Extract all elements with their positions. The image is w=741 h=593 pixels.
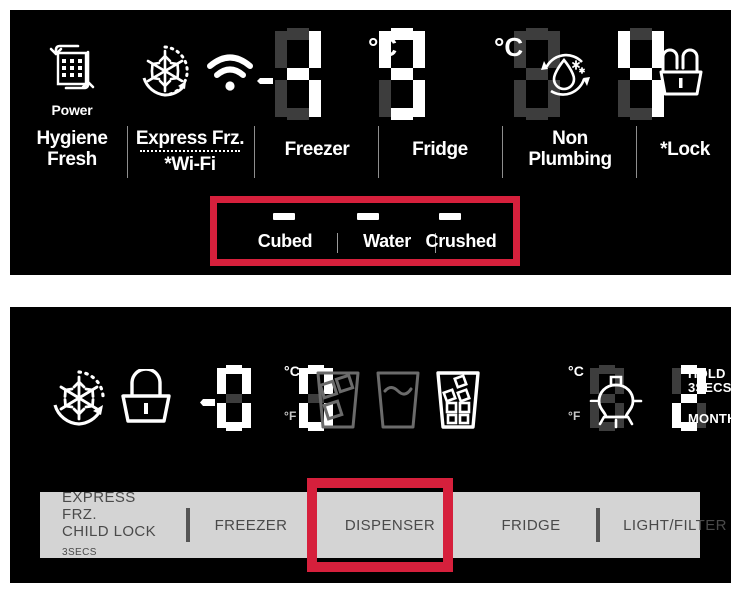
- segment-g: [287, 68, 309, 80]
- fridge-unit-fahrenheit-bottom: °F: [568, 409, 581, 423]
- light-bulb-icon[interactable]: [588, 367, 644, 431]
- lock-open-icon[interactable]: [656, 46, 706, 100]
- segment-f: [618, 31, 631, 68]
- segment-f: [217, 368, 226, 394]
- label-fridge: Fridge: [412, 139, 468, 160]
- segment-g: [391, 68, 414, 80]
- water-glass-icon[interactable]: [372, 365, 424, 433]
- segment-a: [525, 28, 548, 40]
- segment-e: [618, 80, 631, 117]
- segment-a: [630, 28, 653, 40]
- segment-e: [275, 80, 287, 117]
- label-divider-4: [502, 126, 503, 178]
- top-label-row: Hygiene Fresh Express Frz. *Wi-Fi Freeze…: [10, 122, 731, 184]
- button-dispenser[interactable]: DISPENSER: [317, 492, 463, 558]
- filter-month-label: MONTH: [688, 411, 737, 426]
- dispenser-option-crushed[interactable]: Crushed: [411, 231, 511, 252]
- segment-e: [513, 80, 526, 117]
- express-freeze-icon-bottom[interactable]: [48, 367, 110, 429]
- dispenser-highlight-box: Cubed Water Crushed: [210, 196, 520, 266]
- button-light-filter[interactable]: LIGHT/FILTER: [602, 492, 741, 558]
- crushed-indicator-dash: [439, 213, 461, 220]
- segment-d: [226, 422, 242, 431]
- label-hygiene-fresh: Hygiene Fresh: [36, 128, 108, 170]
- label-lock: *Lock: [660, 139, 710, 160]
- filter-hold-label: HOLD 3SECS: [688, 366, 732, 395]
- label-express-frz: Express Frz. *Wi-Fi: [135, 128, 245, 175]
- segment-d: [287, 108, 309, 120]
- wifi-icon[interactable]: [206, 52, 254, 96]
- express-frz-dotted-rule: [140, 150, 240, 152]
- button-express-frz-child-lock[interactable]: EXPRESS FRZ. CHILD LOCK 3SECS: [40, 489, 192, 558]
- label-divider-3: [378, 126, 379, 178]
- dispenser-separator-1: [337, 233, 338, 253]
- fridge-unit-celsius: °C: [494, 32, 524, 62]
- dispenser-option-cubed[interactable]: Cubed: [235, 231, 335, 252]
- freezer-unit-celsius-bottom: °C: [284, 363, 301, 379]
- segment-f: [275, 31, 287, 68]
- fridge-unit-celsius-bottom: °C: [568, 363, 585, 379]
- segment-c: [413, 80, 426, 117]
- cubed-ice-glass-icon[interactable]: [312, 365, 364, 433]
- segment-d: [391, 108, 414, 120]
- segment-g: [226, 393, 242, 403]
- segment-e: [299, 402, 309, 428]
- segment-f: [672, 368, 682, 394]
- display-panel-top: Power °C °C Hygiene Fresh Express Frz. *…: [10, 10, 731, 275]
- cubed-indicator-dash: [273, 213, 295, 220]
- segment-d: [630, 108, 653, 120]
- crushed-ice-glass-icon[interactable]: [432, 365, 484, 433]
- express-freeze-icon[interactable]: [138, 44, 192, 98]
- segment-f: [299, 368, 309, 394]
- segment-e: [379, 80, 392, 117]
- segment-a: [226, 365, 242, 374]
- freezer-digit-tens-bottom: [214, 365, 254, 431]
- label-divider-2: [254, 126, 255, 178]
- segment-g: [630, 68, 653, 80]
- label-non-plumbing: Non Plumbing: [528, 128, 612, 170]
- control-button-bar: EXPRESS FRZ. CHILD LOCK 3SECS FREEZER DI…: [40, 489, 726, 558]
- button-separator-1: [186, 508, 190, 542]
- freezer-digit-tens: [272, 28, 324, 120]
- button-separator-2: [596, 508, 600, 542]
- water-indicator-dash: [357, 213, 379, 220]
- button-freezer[interactable]: FREEZER: [196, 492, 306, 558]
- power-label: Power: [51, 102, 93, 118]
- label-divider-5: [636, 126, 637, 178]
- label-freezer: Freezer: [284, 139, 350, 160]
- segment-b: [309, 31, 321, 68]
- hygiene-fresh-icon[interactable]: [48, 40, 96, 96]
- segment-c: [309, 80, 321, 117]
- segment-c: [242, 402, 251, 428]
- child-lock-icon[interactable]: [118, 367, 174, 427]
- freezer-unit-fahrenheit-bottom: °F: [284, 409, 297, 423]
- segment-e: [217, 402, 226, 428]
- label-divider-1: [127, 126, 128, 178]
- segment-d: [525, 108, 548, 120]
- button-fridge[interactable]: FRIDGE: [474, 492, 588, 558]
- segment-e: [672, 402, 682, 428]
- segment-a: [287, 28, 309, 40]
- segment-b: [413, 31, 426, 68]
- segment-b: [242, 368, 251, 394]
- display-panel-bottom: °C °F °C °F HOLD 3SECS MONTH EXPRESS FRZ…: [10, 307, 736, 583]
- freezer-unit-celsius: °C: [368, 32, 398, 62]
- non-plumbing-icon[interactable]: [538, 48, 594, 100]
